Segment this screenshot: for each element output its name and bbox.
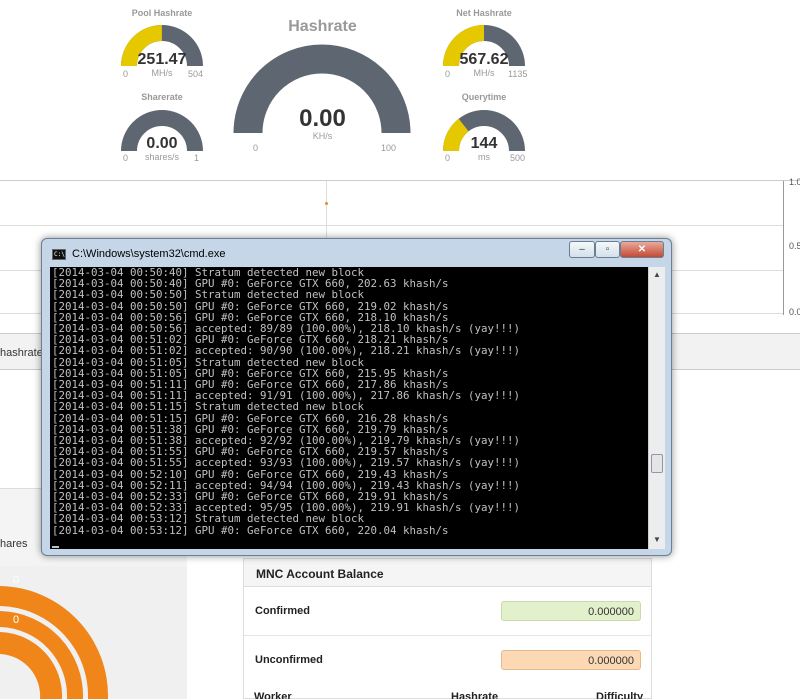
console-line: [2014-03-04 00:53:12] Stratum detected n…	[52, 512, 365, 526]
y-tick-label: 0.0	[789, 307, 800, 317]
column-header-hashrate: Hashrate	[451, 691, 499, 699]
unconfirmed-row: Unconfirmed 0.000000	[244, 637, 651, 685]
data-point	[325, 202, 328, 205]
gauge-min: 0	[445, 153, 451, 163]
unconfirmed-value: 0.000000	[501, 650, 641, 670]
gauge-max: 1	[194, 153, 200, 163]
column-header-difficulty: Difficulty	[596, 691, 644, 699]
donut-label: 0	[13, 574, 20, 586]
panel-title: MNC Account Balance	[244, 559, 651, 587]
scroll-thumb[interactable]	[651, 454, 663, 473]
column-header-worker: Worker	[254, 691, 292, 699]
scroll-down-icon[interactable]: ▼	[649, 532, 665, 548]
close-button[interactable]: ✕	[620, 241, 664, 258]
y-axis-line	[783, 181, 784, 315]
account-balance-panel: MNC Account Balance Confirmed 0.000000 U…	[243, 558, 652, 699]
cmd-icon: C:\	[52, 249, 66, 260]
gauge-unit: KH/s	[312, 131, 333, 141]
gauge-value: 0.00	[146, 135, 178, 152]
gauge-min: 0	[445, 69, 451, 79]
text-cursor	[52, 546, 59, 548]
gauge-min: 0	[123, 69, 129, 79]
y-tick-label: 0.5	[789, 241, 800, 251]
console-output[interactable]: [2014-03-04 00:50:40] Stratum detected n…	[50, 267, 648, 549]
shares-donut: 0 0	[0, 566, 187, 699]
confirmed-value: 0.000000	[501, 601, 641, 621]
gauge-min: 0	[253, 143, 259, 153]
console-line: [2014-03-04 00:51:15] Stratum detected n…	[52, 400, 365, 414]
gauge-min: 0	[123, 153, 129, 163]
console-line: [2014-03-04 00:51:02] accepted: 90/90 (1…	[52, 344, 521, 358]
shares-panel-title: hares	[0, 538, 28, 550]
gauge-sharerate: Sharerate 0.00 shares/s 0 1	[112, 85, 212, 170]
maximize-button[interactable]: ▫	[595, 241, 620, 258]
scroll-up-icon[interactable]: ▲	[649, 267, 665, 283]
gauge-value: 567.62	[459, 51, 509, 68]
vertical-scrollbar[interactable]: ▲ ▼	[648, 267, 665, 549]
console-line: [2014-03-04 00:50:50] Stratum detected n…	[52, 288, 365, 302]
confirmed-label: Confirmed	[255, 605, 310, 617]
cmd-window[interactable]: C:\ C:\Windows\system32\cmd.exe – ▫ ✕ [2…	[41, 238, 672, 556]
minimize-button[interactable]: –	[569, 241, 595, 258]
gauge-value: 144	[470, 135, 498, 152]
gridline	[0, 225, 783, 226]
console-line: [2014-03-04 00:53:12] GPU #0: GeForce GT…	[52, 523, 449, 537]
gauge-pool-hashrate: Pool Hashrate 251.47 MH/s 0 504	[112, 0, 212, 85]
console-line: [2014-03-04 00:51:55] accepted: 93/93 (1…	[52, 456, 521, 470]
gauge-value: 0.00	[299, 105, 346, 132]
donut-label: 0	[13, 614, 20, 626]
confirmed-row: Confirmed 0.000000	[244, 588, 651, 636]
unconfirmed-label: Unconfirmed	[255, 654, 323, 666]
y-tick-label: 1.0	[789, 177, 800, 187]
gauge-max: 504	[188, 69, 204, 79]
gauge-max: 100	[381, 143, 397, 153]
window-title: C:\Windows\system32\cmd.exe	[72, 248, 226, 260]
gauge-value: 251.47	[137, 51, 187, 68]
gauge-hashrate: Hashrate 0.00 KH/s 0 100	[233, 0, 411, 160]
gauge-max: 1135	[508, 69, 528, 79]
gauge-max: 500	[510, 153, 526, 163]
gauge-querytime: Querytime 144 ms 0 500	[434, 85, 534, 170]
gauge-net-hashrate: Net Hashrate 567.62 MH/s 0 1135	[434, 0, 534, 85]
donut-chart	[0, 586, 109, 699]
